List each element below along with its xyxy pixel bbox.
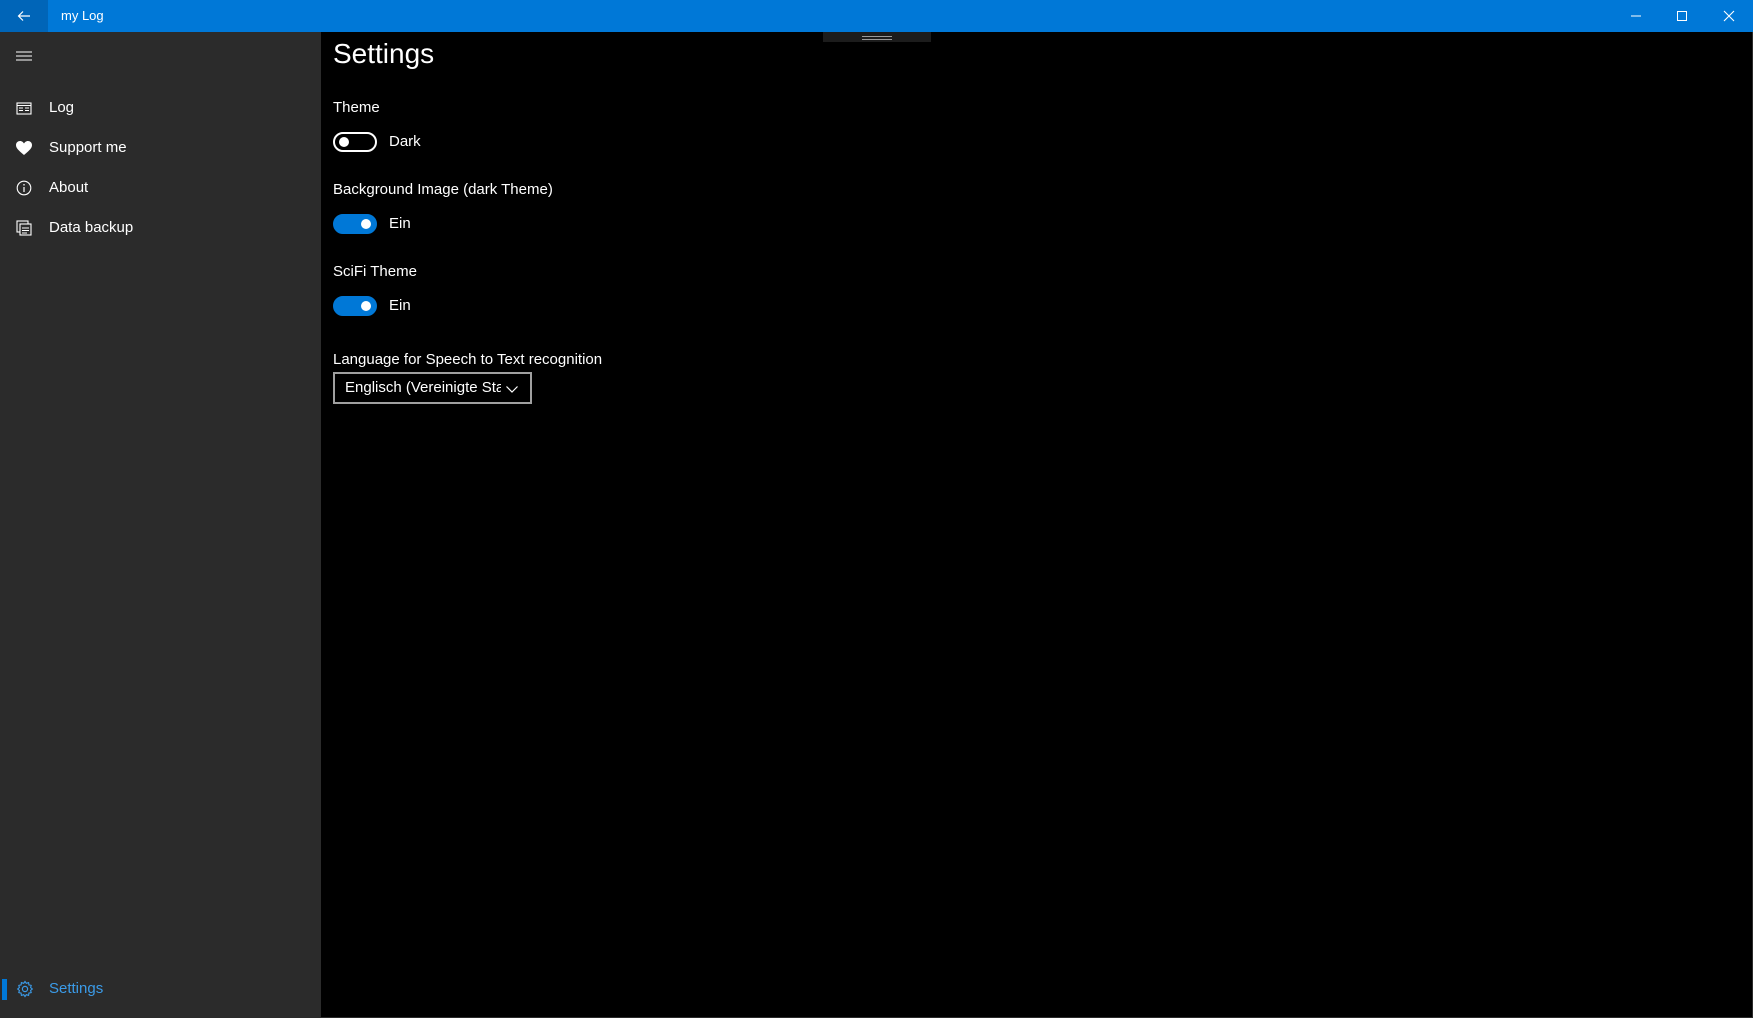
page-title: Settings <box>333 38 435 69</box>
title-bar: my Log <box>0 0 1753 32</box>
language-label: Language for Speech to Text recognition <box>333 351 603 368</box>
nav-item-label: About <box>49 179 89 196</box>
arrow-left-icon <box>17 11 30 21</box>
nav-item-label: Log <box>49 99 75 116</box>
minimize-icon <box>1631 15 1641 17</box>
close-button[interactable] <box>1706 0 1752 32</box>
background-image-toggle-state: Ein <box>389 215 411 232</box>
toggle-knob <box>339 137 349 147</box>
nav-item-support-me[interactable]: Support me <box>0 128 321 168</box>
nav-item-label: Data backup <box>49 219 134 236</box>
window-title: my Log <box>61 8 104 23</box>
grip-line <box>862 36 892 37</box>
scifi-theme-toggle[interactable] <box>333 296 377 316</box>
scifi-theme-label: SciFi Theme <box>333 263 417 280</box>
nav-item-log[interactable]: Log <box>0 88 321 128</box>
theme-label: Theme <box>333 99 380 116</box>
hamburger-menu-button[interactable] <box>0 32 48 80</box>
gear-icon <box>15 979 35 999</box>
maximize-icon <box>1677 11 1687 21</box>
nav-item-data-backup[interactable]: Data backup <box>0 208 321 248</box>
selection-indicator <box>2 979 7 1000</box>
language-dropdown[interactable]: Englisch (Vereinigte Staaten) <box>333 372 532 404</box>
backup-icon <box>14 218 34 238</box>
log-icon <box>14 98 34 118</box>
background-image-label: Background Image (dark Theme) <box>333 181 553 198</box>
info-icon <box>14 178 34 198</box>
nav-item-label: Support me <box>49 139 127 156</box>
chevron-down-icon <box>506 386 518 393</box>
grip-line <box>862 39 892 40</box>
nav-item-label: Settings <box>49 980 104 997</box>
theme-toggle[interactable] <box>333 132 377 152</box>
nav-item-about[interactable]: About <box>0 168 321 208</box>
theme-toggle-state: Dark <box>389 133 421 150</box>
language-dropdown-value: Englisch (Vereinigte Staaten) <box>345 379 501 396</box>
drag-handle[interactable] <box>823 32 931 42</box>
minimize-button[interactable] <box>1613 0 1659 32</box>
background-image-toggle[interactable] <box>333 214 377 234</box>
heart-icon <box>14 138 34 158</box>
navigation-pane: Log Support me About Data backup Setting… <box>0 32 321 1018</box>
hamburger-icon <box>16 51 32 61</box>
toggle-knob <box>361 301 371 311</box>
back-button[interactable] <box>0 0 48 32</box>
scifi-theme-toggle-state: Ein <box>389 297 411 314</box>
toggle-knob <box>361 219 371 229</box>
close-icon <box>1723 10 1735 22</box>
nav-item-settings[interactable]: Settings <box>0 969 321 1009</box>
maximize-button[interactable] <box>1659 0 1705 32</box>
